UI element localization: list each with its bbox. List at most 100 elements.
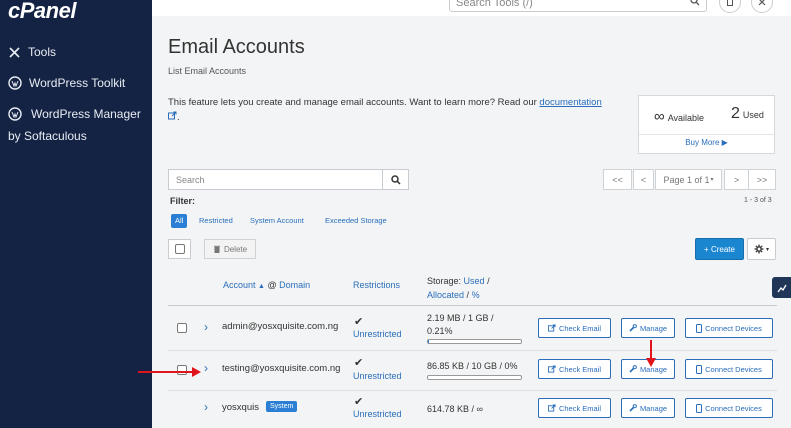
at-label: @ bbox=[267, 280, 277, 290]
mobile-icon bbox=[696, 364, 703, 374]
connect-devices-button[interactable]: Connect Devices bbox=[685, 318, 773, 338]
domain-sort-link[interactable]: Domain bbox=[279, 280, 310, 290]
external-link-icon bbox=[547, 324, 556, 332]
select-all-checkbox[interactable] bbox=[168, 239, 191, 259]
manage-button[interactable]: Manage bbox=[621, 318, 675, 338]
expand-chevron-icon[interactable]: › bbox=[204, 361, 208, 375]
used-sort-link[interactable]: Used bbox=[464, 276, 485, 286]
close-icon bbox=[758, 0, 766, 6]
wordpress-icon bbox=[8, 107, 22, 121]
restrictions-header[interactable]: Restrictions bbox=[353, 280, 400, 290]
connect-devices-button[interactable]: Connect Devices bbox=[685, 359, 773, 379]
check-email-button[interactable]: Check Email bbox=[538, 359, 611, 379]
account-name: yosxquis bbox=[222, 402, 259, 413]
page-subtitle: List Email Accounts bbox=[168, 66, 247, 76]
account-name: admin@yosxquisite.com.ng bbox=[222, 321, 339, 332]
allocated-sort-link[interactable]: Allocated bbox=[427, 290, 464, 300]
restriction-link[interactable]: Unrestricted bbox=[353, 329, 402, 339]
check-icon: ✔ bbox=[354, 316, 364, 328]
prev-page-button[interactable]: < bbox=[633, 169, 654, 190]
account-sort-link[interactable]: Account bbox=[223, 280, 256, 290]
connect-devices-button[interactable]: Connect Devices bbox=[685, 398, 773, 418]
description-tail: . bbox=[177, 112, 180, 123]
first-page-button[interactable]: << bbox=[603, 169, 632, 190]
storage-usage: 614.78 KB / ∞ bbox=[427, 403, 483, 416]
connect-devices-label: Connect Devices bbox=[705, 403, 762, 413]
search-input[interactable]: Search bbox=[168, 169, 383, 190]
page-label: Page 1 of 1 bbox=[663, 174, 710, 185]
storage-line: 614.78 KB / ∞ bbox=[427, 404, 483, 414]
search-icon bbox=[390, 174, 401, 185]
filter-restricted[interactable]: Restricted bbox=[199, 214, 233, 228]
row-checkbox[interactable] bbox=[177, 365, 187, 375]
search-button[interactable] bbox=[382, 169, 409, 190]
search-placeholder: Search Tools (/) bbox=[456, 0, 533, 9]
row-checkbox[interactable] bbox=[177, 323, 187, 333]
tools-search-input[interactable]: Search Tools (/) bbox=[449, 0, 707, 12]
sidebar bbox=[0, 0, 152, 428]
manage-label: Manage bbox=[639, 403, 668, 413]
wrench-icon bbox=[629, 404, 637, 412]
settings-dropdown-button[interactable]: ▾ bbox=[747, 238, 776, 260]
delete-button[interactable]: Delete bbox=[204, 239, 256, 259]
account-name: testing@yosxquisite.com.ng bbox=[222, 363, 341, 374]
filter-label: Filter: bbox=[170, 196, 196, 206]
row-divider bbox=[168, 390, 777, 391]
check-email-label: Check Email bbox=[558, 403, 602, 413]
sidebar-item-label: Tools bbox=[28, 45, 57, 59]
used-stat: 2 Used bbox=[731, 105, 764, 123]
buy-more-label: Buy More bbox=[685, 138, 720, 147]
gear-icon bbox=[754, 244, 764, 254]
available-stat: ∞ Available bbox=[654, 108, 704, 125]
percent-sort-link[interactable]: % bbox=[472, 290, 480, 300]
restriction-link[interactable]: Unrestricted bbox=[353, 371, 402, 381]
storage-percent: 0.21% bbox=[427, 326, 453, 336]
check-email-button[interactable]: Check Email bbox=[538, 318, 611, 338]
annotation-arrow-vertical bbox=[650, 340, 652, 360]
account-domain-header[interactable]: Account ▲ @ Domain bbox=[223, 280, 310, 290]
stats-side-tab[interactable] bbox=[772, 277, 791, 298]
expand-chevron-icon[interactable]: › bbox=[204, 320, 208, 334]
page-description: This feature lets you create and manage … bbox=[168, 95, 628, 125]
storage-bar bbox=[427, 375, 522, 380]
sidebar-item-label: WordPress Manager bbox=[31, 107, 141, 121]
separator: / bbox=[466, 290, 470, 300]
storage-line: 2.19 MB / 1 GB / bbox=[427, 313, 494, 323]
check-email-label: Check Email bbox=[558, 364, 602, 374]
create-button[interactable]: + Create bbox=[695, 238, 744, 260]
storage-label: Storage: bbox=[427, 276, 462, 286]
check-icon: ✔ bbox=[354, 357, 364, 369]
tools-icon bbox=[9, 46, 20, 58]
wrench-icon bbox=[629, 365, 637, 373]
page-select[interactable]: Page 1 of 1 ▾ bbox=[655, 169, 722, 190]
check-email-button[interactable]: Check Email bbox=[538, 398, 611, 418]
sidebar-item-wordpress-manager[interactable]: WordPress Manager bbox=[8, 107, 141, 121]
buy-more-link[interactable]: Buy More ▶ bbox=[639, 138, 774, 147]
account-stats: ∞ Available 2 Used Buy More ▶ bbox=[638, 95, 775, 154]
documentation-link[interactable]: documentation bbox=[539, 97, 601, 108]
wordpress-icon bbox=[8, 76, 22, 90]
restriction-link[interactable]: Unrestricted bbox=[353, 409, 402, 419]
stats-row: ∞ Available 2 Used bbox=[639, 96, 774, 135]
sidebar-item-tools[interactable]: Tools bbox=[8, 45, 56, 59]
storage-header: Storage: Used / Allocated / % bbox=[427, 274, 490, 302]
search-placeholder: Search bbox=[176, 175, 205, 185]
external-link-icon[interactable] bbox=[168, 111, 177, 120]
caret-icon: ▾ bbox=[765, 246, 769, 253]
filter-exceeded-storage[interactable]: Exceeded Storage bbox=[325, 214, 387, 228]
connect-devices-label: Connect Devices bbox=[705, 323, 762, 333]
sort-up-icon: ▲ bbox=[258, 283, 265, 290]
last-page-button[interactable]: >> bbox=[748, 169, 776, 190]
filter-system-account[interactable]: System Account bbox=[250, 214, 304, 228]
cpanel-logo[interactable]: cPanel bbox=[8, 0, 76, 24]
storage-bar bbox=[427, 339, 522, 344]
manage-button[interactable]: Manage bbox=[621, 398, 675, 418]
sidebar-item-sublabel: by Softaculous bbox=[8, 129, 87, 143]
search-icon bbox=[690, 0, 700, 6]
next-page-button[interactable]: > bbox=[724, 169, 749, 190]
user-icon bbox=[727, 0, 733, 6]
filter-all[interactable]: All bbox=[171, 214, 188, 228]
sidebar-item-wordpress-toolkit[interactable]: WordPress Toolkit bbox=[8, 76, 125, 90]
expand-chevron-icon[interactable]: › bbox=[204, 400, 208, 414]
infinity-value: ∞ bbox=[654, 108, 665, 125]
